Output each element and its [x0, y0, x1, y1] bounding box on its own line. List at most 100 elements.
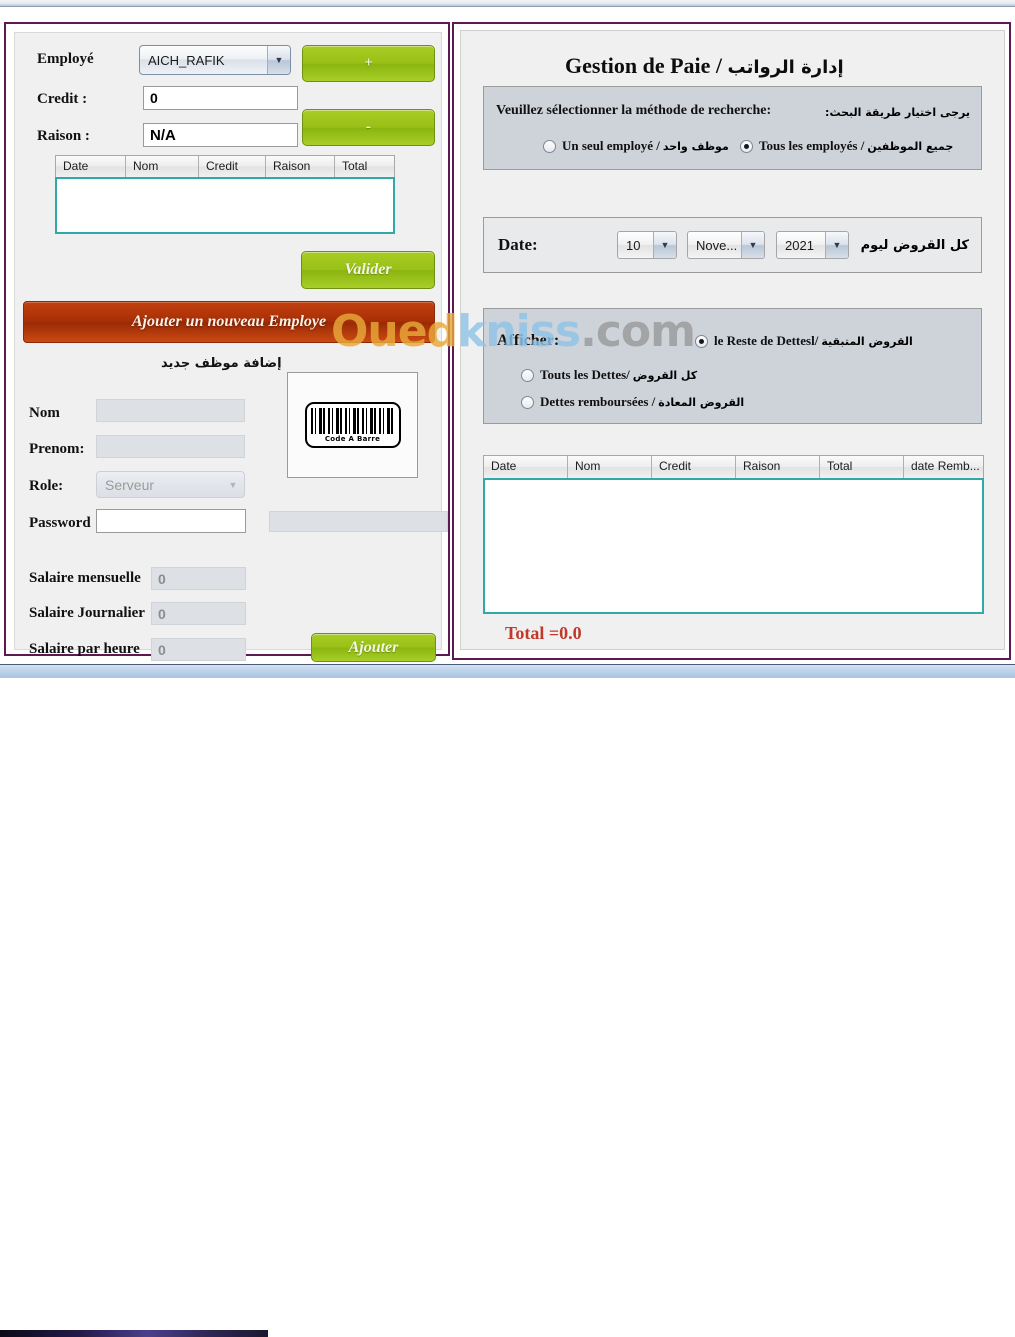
debt-table-col-nom[interactable]: Nom	[568, 456, 652, 478]
salaire-journalier-label: Salaire Journalier	[29, 605, 145, 621]
barcode-preview: Code A Barre	[287, 372, 418, 478]
credit-input[interactable]: 0	[143, 86, 298, 110]
credit-table-header: Date Nom Credit Raison Total	[55, 155, 395, 177]
credit-table-col-raison[interactable]: Raison	[266, 156, 335, 177]
chevron-down-icon[interactable]: ▼	[653, 232, 676, 258]
prenom-label: Prenom:	[29, 441, 85, 457]
search-method-question: Veuillez sélectionner la méthode de rech…	[496, 103, 772, 118]
add-employee-section-title: إضافة موظف جديد	[161, 356, 282, 371]
credit-table-col-credit[interactable]: Credit	[199, 156, 266, 177]
add-new-employee-button[interactable]: Ajouter un nouveau Employe	[23, 301, 435, 343]
barcode-icon: Code A Barre	[304, 402, 401, 448]
credit-table: Date Nom Credit Raison Total	[55, 155, 395, 234]
prenom-input[interactable]	[96, 435, 245, 458]
credit-table-col-total[interactable]: Total	[335, 156, 394, 177]
add-credit-button[interactable]: +	[302, 45, 435, 82]
nom-label: Nom	[29, 405, 60, 421]
salaire-mensuelle-input[interactable]: 0	[151, 567, 246, 590]
paie-panel: Gestion de Paie / إدارة الرواتب Veuillez…	[452, 22, 1011, 660]
barcode-caption: Code A Barre	[324, 434, 381, 443]
salaire-mensuelle-label: Salaire mensuelle	[29, 570, 141, 586]
credit-panel-inner: Employé AICH_RAFIK ▼ + Credit : 0 Raison…	[14, 32, 448, 662]
employe-select[interactable]: AICH_RAFIK ▼	[139, 45, 291, 75]
radio-reste-de-dettes-label: le Reste de Dettesl/	[714, 333, 819, 348]
raison-input[interactable]: N/A	[143, 123, 298, 147]
password-input[interactable]	[96, 509, 246, 533]
total-value: Total =0.0	[505, 623, 582, 643]
credit-label: Credit :	[37, 91, 88, 107]
chevron-down-icon[interactable]: ▼	[741, 232, 764, 258]
taskbar-accent	[0, 1330, 268, 1337]
debt-table-col-total[interactable]: Total	[820, 456, 904, 478]
radio-tous-les-employes[interactable]: Tous les employés / جميع الموظفين	[740, 138, 953, 154]
page-title-ar: إدارة الرواتب	[727, 57, 844, 78]
radio-dettes-remboursees[interactable]: Dettes remboursées / القروض المعادة	[521, 394, 744, 410]
barcode-bars	[310, 407, 395, 434]
day-select-value: 10	[626, 237, 641, 253]
page-title-fr: Gestion de Paie /	[565, 53, 728, 78]
radio-un-seul-employe-label: Un seul employé /	[562, 138, 660, 153]
page-title: Gestion de Paie / إدارة الرواتب	[565, 53, 844, 79]
debt-table-col-credit[interactable]: Credit	[652, 456, 736, 478]
salaire-heure-label: Salaire par heure	[29, 641, 140, 657]
radio-touts-les-dettes-label: Touts les Dettes/	[540, 367, 630, 382]
radio-touts-les-dettes-label-ar: كل القروض	[632, 368, 698, 382]
radio-dettes-remboursees-label-ar: القروض المعادة	[658, 395, 745, 409]
credit-table-body[interactable]	[55, 177, 395, 234]
radio-icon[interactable]	[543, 139, 556, 153]
remove-credit-button[interactable]: -	[302, 109, 435, 146]
ajouter-employee-button[interactable]: Ajouter	[311, 633, 436, 662]
radio-icon[interactable]	[521, 395, 534, 409]
radio-tous-les-employes-label-ar: جميع الموظفين	[867, 139, 954, 153]
credit-table-col-nom[interactable]: Nom	[126, 156, 199, 177]
role-select-value: Serveur	[105, 476, 155, 493]
radio-reste-de-dettes-label-ar: القروض المتبقية	[821, 334, 913, 348]
paie-panel-inner: Gestion de Paie / إدارة الرواتب Veuillez…	[460, 30, 1005, 650]
date-groupbox: Date: 10 ▼ Nove... ▼ 2021 ▼ كل القروض لي…	[483, 217, 982, 273]
radio-tous-les-employes-label: Tous les employés /	[759, 138, 865, 153]
valider-button[interactable]: Valider	[301, 251, 435, 289]
radio-icon[interactable]	[695, 334, 708, 348]
password-label: Password	[29, 515, 91, 531]
debt-table-col-date[interactable]: Date	[484, 456, 568, 478]
radio-un-seul-employe-label-ar: موظف واحد	[662, 139, 729, 153]
date-label: Date:	[498, 235, 538, 254]
chevron-down-icon[interactable]: ▼	[267, 46, 290, 74]
raison-label: Raison :	[37, 128, 90, 144]
debt-table-col-raison[interactable]: Raison	[736, 456, 820, 478]
chevron-down-icon[interactable]: ▼	[825, 232, 848, 258]
afficher-groupbox: Afficher: le Reste de Dettesl/ القروض ال…	[483, 308, 982, 424]
credit-panel: Employé AICH_RAFIK ▼ + Credit : 0 Raison…	[4, 22, 450, 662]
chevron-down-icon[interactable]: ▼	[222, 472, 244, 497]
role-select[interactable]: Serveur ▼	[96, 471, 245, 498]
radio-reste-de-dettes[interactable]: le Reste de Dettesl/ القروض المتبقية	[695, 333, 913, 349]
radio-icon[interactable]	[740, 139, 753, 153]
afficher-label: Afficher:	[497, 332, 560, 349]
employe-select-value: AICH_RAFIK	[148, 52, 225, 68]
debt-table: Date Nom Credit Raison Total date Remb..…	[483, 455, 984, 614]
window-bottom-strip	[0, 664, 1015, 1337]
debt-table-body[interactable]	[483, 478, 984, 614]
year-select-value: 2021	[785, 237, 814, 253]
month-select-value: Nove...	[696, 237, 738, 253]
year-select[interactable]: 2021 ▼	[776, 231, 849, 259]
search-method-question-ar: يرجى اختيار طريقة البحث:	[825, 106, 970, 119]
day-select[interactable]: 10 ▼	[617, 231, 677, 259]
radio-dettes-remboursees-label: Dettes remboursées /	[540, 394, 656, 409]
radio-un-seul-employe[interactable]: Un seul employé / موظف واحد	[543, 138, 729, 154]
barcode-value-input[interactable]	[269, 511, 448, 532]
nom-input[interactable]	[96, 399, 245, 422]
salaire-heure-input[interactable]: 0	[151, 638, 246, 661]
radio-touts-les-dettes[interactable]: Touts les Dettes/ كل القروض	[521, 367, 697, 383]
month-select[interactable]: Nove... ▼	[687, 231, 765, 259]
role-label: Role:	[29, 478, 64, 494]
salaire-journalier-input[interactable]: 0	[151, 602, 246, 625]
search-method-groupbox: Veuillez sélectionner la méthode de rech…	[483, 86, 982, 170]
credit-table-col-date[interactable]: Date	[56, 156, 126, 177]
date-section-caption-ar: كل القروض ليوم	[860, 238, 969, 253]
employe-label: Employé	[37, 51, 94, 67]
radio-icon[interactable]	[521, 368, 534, 382]
debt-table-header: Date Nom Credit Raison Total date Remb..…	[483, 455, 984, 478]
debt-table-col-date-remb[interactable]: date Remb...	[904, 456, 983, 478]
window-top-strip	[0, 0, 1015, 7]
